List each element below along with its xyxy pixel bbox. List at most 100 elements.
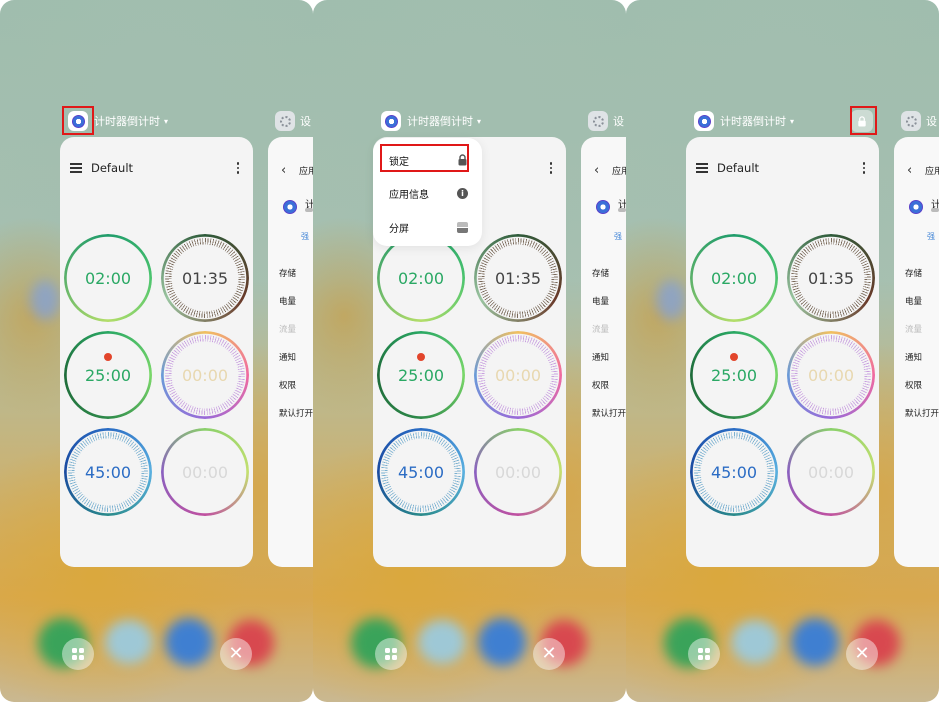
settings-app-card[interactable]: ‹ 应用 计 强 存储 电量 流量 通知 权限 默认打开 <box>268 137 313 567</box>
settings-row[interactable]: 通知 <box>592 351 609 363</box>
app-header[interactable]: 计时器倒计时 ▾ <box>381 110 481 132</box>
timer-circle[interactable]: 00:00 <box>161 428 249 516</box>
app-header[interactable]: 计时器倒计时 ▾ <box>68 110 168 132</box>
timer-circle[interactable]: 00:00 <box>474 331 562 419</box>
clear-all-button[interactable]: ✕ <box>846 638 878 670</box>
settings-row[interactable]: 存储 <box>905 267 922 279</box>
app-context-menu: 锁定 应用信息 i 分屏 <box>373 138 482 246</box>
settings-row[interactable]: 权限 <box>905 379 922 391</box>
settings-app-title: 设 <box>300 115 311 128</box>
settings-app-icon[interactable] <box>901 111 921 131</box>
timer-app-icon[interactable] <box>381 111 401 131</box>
app-header[interactable]: 计时器倒计时 ▾ <box>694 110 794 132</box>
info-icon: i <box>457 187 468 199</box>
settings-link[interactable]: 强 <box>927 231 935 242</box>
app-title: 计时器倒计时 <box>720 115 786 128</box>
settings-row[interactable]: 权限 <box>592 379 609 391</box>
more-options-icon[interactable] <box>862 162 865 174</box>
timer-app-card[interactable]: Default 02:00 01:35 25:00 00:00 45:00 00… <box>686 137 879 567</box>
settings-row[interactable]: 电量 <box>279 295 296 307</box>
settings-row[interactable]: 存储 <box>279 267 296 279</box>
more-options-icon[interactable] <box>549 162 552 174</box>
settings-row[interactable]: 流量 <box>592 323 609 335</box>
settings-row[interactable]: 默认打开 <box>279 407 313 419</box>
app-subtitle <box>931 208 939 212</box>
split-grid-button[interactable] <box>62 638 94 670</box>
chevron-down-icon: ▾ <box>790 116 795 126</box>
timer-circle[interactable]: 01:35 <box>474 234 562 322</box>
settings-app-card[interactable]: ‹ 应用 计 强 存储 电量 流量 通知 权限 默认打开 <box>581 137 626 567</box>
dock-blur <box>791 618 839 666</box>
timer-circle[interactable]: 00:00 <box>161 331 249 419</box>
split-grid-button[interactable] <box>375 638 407 670</box>
close-icon: ✕ <box>541 643 557 664</box>
tomato-icon <box>104 353 112 361</box>
timer-circle[interactable]: 01:35 <box>161 234 249 322</box>
card-title: Default <box>717 161 760 175</box>
timer-circle[interactable]: 45:00 <box>377 428 465 516</box>
hamburger-menu-icon[interactable] <box>696 163 708 173</box>
timer-app-card[interactable]: Default 02:00 01:35 25:00 00:00 45:00 00… <box>60 137 253 567</box>
grid-icon <box>72 648 84 660</box>
hamburger-menu-icon[interactable] <box>70 163 82 173</box>
timer-circle[interactable]: 02:00 <box>690 234 778 322</box>
split-grid-button[interactable] <box>688 638 720 670</box>
settings-row[interactable]: 电量 <box>592 295 609 307</box>
timer-circle[interactable]: 00:00 <box>474 428 562 516</box>
timer-app-icon[interactable] <box>68 111 88 131</box>
settings-header: 应用 <box>925 167 939 177</box>
timer-circle[interactable]: 45:00 <box>64 428 152 516</box>
timer-circle[interactable]: 00:00 <box>787 331 875 419</box>
settings-row[interactable]: 流量 <box>905 323 922 335</box>
settings-row[interactable]: 存储 <box>592 267 609 279</box>
settings-header: 应用 <box>299 167 313 177</box>
settings-app-icon[interactable] <box>275 111 295 131</box>
settings-row[interactable]: 通知 <box>279 351 296 363</box>
timer-circle[interactable]: 01:35 <box>787 234 875 322</box>
chevron-down-icon: ▾ <box>164 116 169 126</box>
timer-circle[interactable]: 25:00 <box>64 331 152 419</box>
settings-row[interactable]: 默认打开 <box>905 407 939 419</box>
lock-icon <box>457 151 468 170</box>
clear-all-button[interactable]: ✕ <box>220 638 252 670</box>
grid-icon <box>385 648 397 660</box>
timer-circle[interactable]: 02:00 <box>64 234 152 322</box>
menu-item-split-screen[interactable]: 分屏 <box>373 212 482 242</box>
settings-link[interactable]: 强 <box>301 231 309 242</box>
settings-row[interactable]: 流量 <box>279 323 296 335</box>
back-icon[interactable]: ‹ <box>907 163 912 178</box>
settings-link[interactable]: 强 <box>614 231 622 242</box>
close-icon: ✕ <box>854 643 870 664</box>
settings-app-icon[interactable] <box>588 111 608 131</box>
timer-circle[interactable]: 25:00 <box>377 331 465 419</box>
clear-all-button[interactable]: ✕ <box>533 638 565 670</box>
timer-app-icon[interactable] <box>694 111 714 131</box>
settings-row[interactable]: 电量 <box>905 295 922 307</box>
timer-app-icon <box>596 200 610 214</box>
menu-item-lock[interactable]: 锁定 <box>373 145 482 175</box>
close-icon: ✕ <box>228 643 244 664</box>
timer-app-icon <box>909 200 923 214</box>
settings-row[interactable]: 通知 <box>905 351 922 363</box>
dock-blur <box>418 620 466 664</box>
chevron-down-icon: ▾ <box>477 116 482 126</box>
back-icon[interactable]: ‹ <box>594 163 599 178</box>
grid-icon <box>698 648 710 660</box>
menu-item-app-info[interactable]: 应用信息 i <box>373 178 482 208</box>
tomato-icon <box>730 353 738 361</box>
background-blur <box>30 280 60 320</box>
settings-row[interactable]: 权限 <box>279 379 296 391</box>
app-subtitle <box>618 208 626 212</box>
locked-indicator[interactable] <box>851 110 873 132</box>
timer-circle[interactable]: 00:00 <box>787 428 875 516</box>
timer-circle[interactable]: 25:00 <box>690 331 778 419</box>
settings-app-card[interactable]: ‹ 应用 计 强 存储 电量 流量 通知 权限 默认打开 <box>894 137 939 567</box>
timer-circle[interactable]: 02:00 <box>377 234 465 322</box>
recents-panel-3: 计时器倒计时 ▾ 设 Default 02:00 01:35 25:00 00:… <box>626 0 939 702</box>
settings-app-title: 设 <box>613 115 624 128</box>
settings-row[interactable]: 默认打开 <box>592 407 626 419</box>
back-icon[interactable]: ‹ <box>281 163 286 178</box>
timer-circle[interactable]: 45:00 <box>690 428 778 516</box>
more-options-icon[interactable] <box>236 162 239 174</box>
settings-header: 应用 <box>612 167 626 177</box>
